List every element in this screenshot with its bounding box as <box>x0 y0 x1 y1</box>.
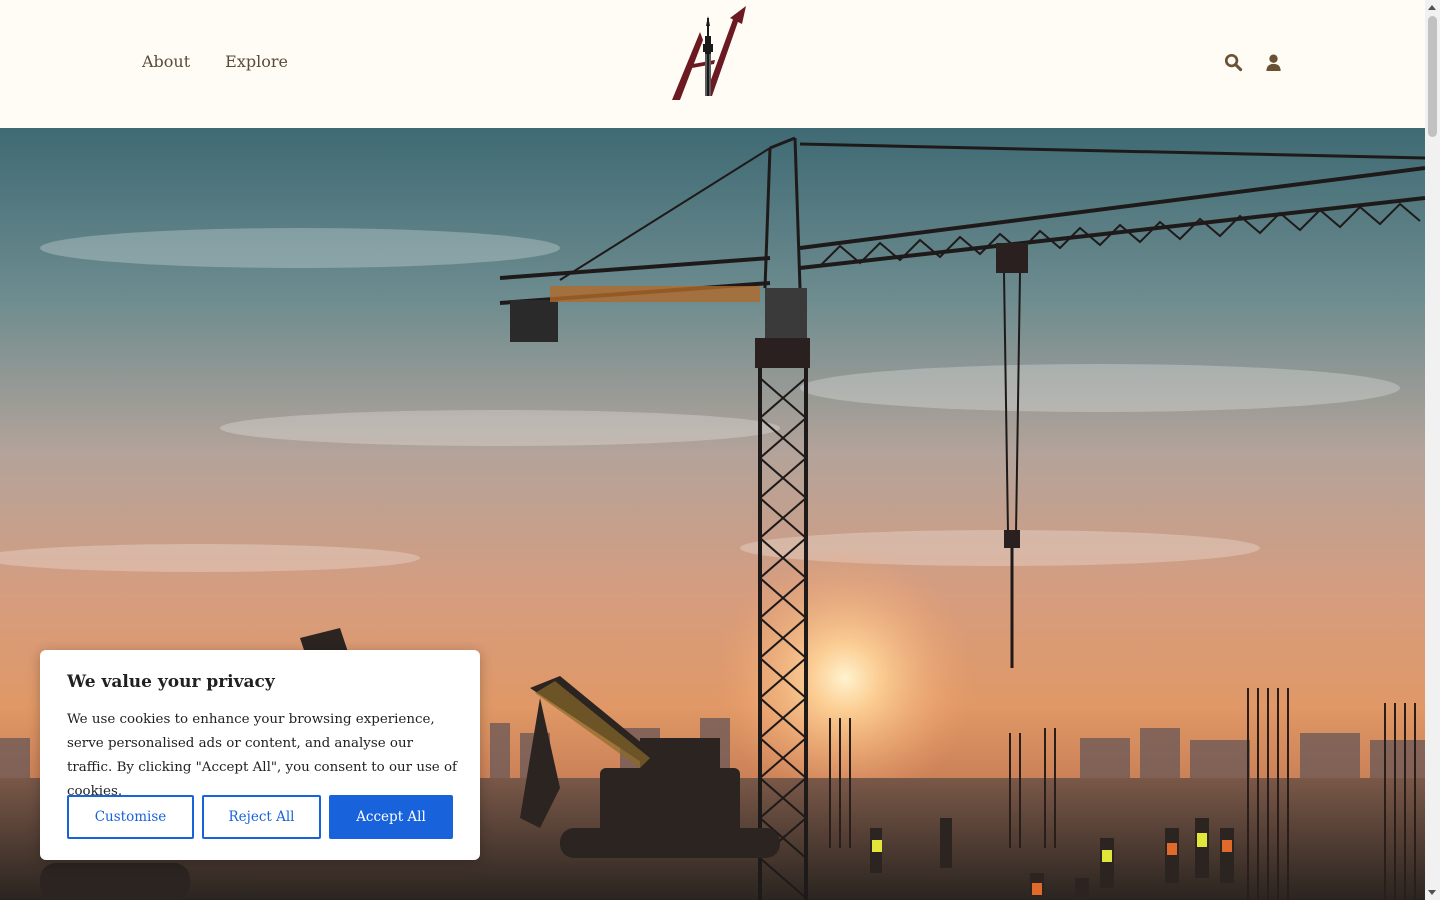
customise-button[interactable]: Customise <box>67 795 194 839</box>
page-scrollbar[interactable] <box>1425 0 1440 900</box>
user-icon[interactable] <box>1264 53 1283 72</box>
reject-all-button[interactable]: Reject All <box>202 795 321 839</box>
page: About Explore We value your privacy We u… <box>0 0 1425 900</box>
scroll-up-arrow-icon[interactable] <box>1428 5 1436 10</box>
search-icon[interactable] <box>1224 53 1243 72</box>
cookie-consent-banner: We value your privacy We use cookies to … <box>40 650 480 860</box>
nav-explore-link[interactable]: Explore <box>225 52 288 71</box>
cookie-banner-title: We value your privacy <box>67 672 275 692</box>
scroll-down-arrow-icon[interactable] <box>1428 890 1436 895</box>
site-logo[interactable] <box>670 4 750 102</box>
header-actions <box>1224 53 1283 72</box>
main-nav: About Explore <box>142 52 288 71</box>
logo-mark <box>672 6 746 100</box>
cookie-banner-text: We use cookies to enhance your browsing … <box>67 712 458 799</box>
accept-all-button[interactable]: Accept All <box>329 795 453 839</box>
scroll-thumb[interactable] <box>1428 16 1437 137</box>
cookie-banner-actions: Customise Reject All Accept All <box>67 795 453 839</box>
site-header: About Explore <box>0 0 1425 128</box>
nav-about-link[interactable]: About <box>142 52 190 71</box>
